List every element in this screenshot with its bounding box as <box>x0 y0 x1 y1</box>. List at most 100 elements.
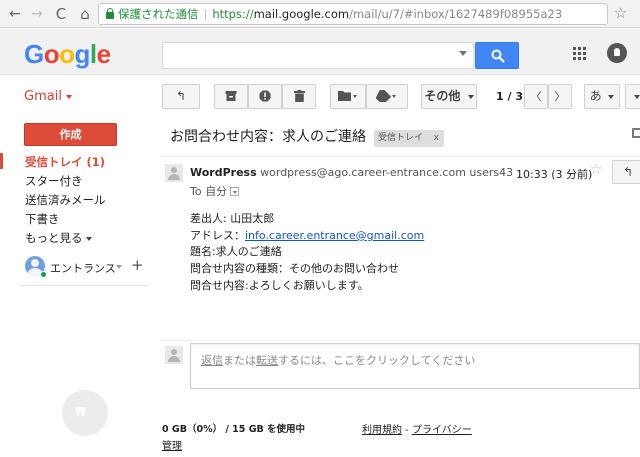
gmail-label: Gmail <box>24 89 62 104</box>
body-content: 問合せ内容:よろしくお願いします。 <box>190 279 369 292</box>
forward-arrow-icon[interactable]: → <box>28 5 46 23</box>
logo-letter: G <box>24 39 44 69</box>
back-to-inbox-button[interactable]: ↰ <box>162 84 200 109</box>
reply-avatar-icon <box>165 346 183 364</box>
footer-links: 利用規約 - プライバシー <box>362 421 472 436</box>
online-status-icon <box>40 271 47 278</box>
logo-letter: l <box>89 39 97 69</box>
google-logo[interactable]: Google <box>24 39 111 70</box>
label-tag-icon <box>375 89 396 106</box>
sender-via: users43 <box>469 166 514 179</box>
chevron-left-icon: 〈 <box>530 90 542 103</box>
quick-reply-box[interactable]: 返信または転送するには、ここをクリックしてください <box>190 343 640 389</box>
archive-icon <box>225 91 237 101</box>
show-details-chevron-icon[interactable] <box>230 187 240 196</box>
reply-instructions: するには、ここをクリックしてください <box>278 354 476 367</box>
logo-letter: e <box>96 39 111 69</box>
to-value: 自分 <box>205 185 228 198</box>
more-actions-label: その他 <box>424 89 461 103</box>
sender-email: wordpress@ago.career-entrance.com <box>260 166 466 179</box>
url-path: /mail/u/7/#inbox/1627489f08955a23 <box>349 7 563 21</box>
search-icon <box>491 49 505 63</box>
active-nav-indicator <box>0 153 3 169</box>
add-contact-icon[interactable]: + <box>131 256 144 274</box>
recipient-line: To 自分 <box>190 183 240 199</box>
sidebar-more-chevron-icon <box>85 236 92 241</box>
hangouts-user-chevron-icon[interactable] <box>116 265 122 269</box>
google-header: Google <box>0 29 640 75</box>
reply-link[interactable]: 返信 <box>201 354 223 367</box>
compose-button[interactable]: 作成 <box>24 123 117 146</box>
address-bar[interactable]: 保護された通信 | https://mail.google.com/mail/u/7… <box>98 3 608 25</box>
url-scheme: https:// <box>212 7 254 21</box>
apps-grid-icon[interactable] <box>573 47 587 61</box>
logo-letter: o <box>59 39 75 69</box>
account-avatar-icon[interactable] <box>607 43 627 63</box>
sender-name[interactable]: WordPress <box>190 166 257 179</box>
logo-letter: g <box>74 39 91 69</box>
chevron-right-icon: 〉 <box>554 90 566 103</box>
back-arrow-icon[interactable]: ← <box>6 5 24 23</box>
archive-button[interactable] <box>214 84 248 109</box>
lock-icon <box>106 8 114 19</box>
back-to-inbox-icon: ↰ <box>175 89 187 103</box>
conversation-counter: 1 / 3 <box>496 90 523 103</box>
conversation-subject: お問合わせ内容：求人のご連絡 <box>170 129 366 145</box>
home-icon[interactable]: ⌂ <box>76 5 94 23</box>
more-chevron-down-icon <box>467 94 474 99</box>
input-tools-button[interactable]: あ <box>584 84 620 109</box>
move-to-button[interactable] <box>330 84 366 109</box>
sidebar-item-more[interactable]: もっと見る <box>25 230 92 246</box>
star-icon[interactable]: ☆ <box>590 162 603 178</box>
input-tools-chevron-down-icon <box>608 94 615 99</box>
inbox-label-chip[interactable]: 受信トレイ x <box>374 130 444 147</box>
hangouts-logo-icon[interactable]: ❞ <box>62 390 108 436</box>
input-tools-dropdown-button[interactable] <box>625 84 640 109</box>
sidebar-item-drafts[interactable]: 下書き <box>25 211 60 227</box>
print-icon[interactable] <box>632 128 640 138</box>
folder-icon <box>338 91 357 101</box>
footer-separator: - <box>402 425 412 436</box>
hangouts-quote-mark: ❞ <box>75 404 87 430</box>
hangouts-user-name[interactable]: エントランス <box>50 260 116 276</box>
older-button[interactable]: 〉 <box>548 84 572 109</box>
terms-link[interactable]: 利用規約 <box>362 425 402 436</box>
search-options-chevron-icon[interactable] <box>459 51 467 56</box>
sidebar-more-label: もっと見る <box>25 231 83 245</box>
remove-label-icon[interactable]: x <box>434 130 439 147</box>
reply-area-divider <box>160 340 640 341</box>
url-separator: | <box>203 7 208 21</box>
input-tools-dropdown-chevron-icon <box>633 94 640 99</box>
trash-icon <box>293 90 305 102</box>
reply-button[interactable]: ↰ <box>612 160 640 184</box>
delete-button[interactable] <box>282 84 316 109</box>
sidebar-item-inbox[interactable]: 受信トレイ (1) <box>25 154 105 170</box>
sender-avatar-icon <box>165 164 183 182</box>
reply-or: または <box>223 354 256 367</box>
newer-button[interactable]: 〈 <box>524 84 548 109</box>
search-button[interactable] <box>475 42 519 69</box>
reload-icon[interactable]: C <box>52 5 70 23</box>
label-chip-text: 受信トレイ <box>378 133 424 143</box>
sidebar-item-sent[interactable]: 送信済みメール <box>25 192 106 208</box>
storage-usage: 0 GB（0%） / 15 GB を使用中 <box>162 424 306 435</box>
email-link[interactable]: info.career.entrance@gmail.com <box>245 229 424 242</box>
sender-line: WordPress wordpress@ago.career-entrance.… <box>190 166 513 179</box>
sidebar-item-starred[interactable]: スター付き <box>25 173 83 189</box>
forward-link[interactable]: 転送 <box>256 354 278 367</box>
input-tools-label: あ <box>589 89 602 103</box>
labels-button[interactable] <box>366 84 408 109</box>
body-address: アドレス：info.career.entrance@gmail.com <box>190 227 424 243</box>
bookmark-star-icon[interactable]: ☆ <box>614 4 627 22</box>
manage-storage-link[interactable]: 管理 <box>162 437 182 452</box>
to-prefix: To <box>190 185 202 198</box>
privacy-link[interactable]: プライバシー <box>412 425 472 436</box>
reply-arrow-icon: ↰ <box>622 165 634 179</box>
more-actions-button[interactable]: その他 <box>421 84 477 109</box>
body-title: 題名:求人のご連絡 <box>190 245 282 258</box>
gmail-menu[interactable]: Gmail <box>24 89 72 104</box>
report-spam-button[interactable] <box>248 84 282 109</box>
browser-toolbar: ← → C ⌂ 保護された通信 | https://mail.google.com/… <box>0 0 640 28</box>
search-input[interactable] <box>162 42 474 69</box>
message-timestamp: 10:33 (3 分前) <box>516 168 593 181</box>
